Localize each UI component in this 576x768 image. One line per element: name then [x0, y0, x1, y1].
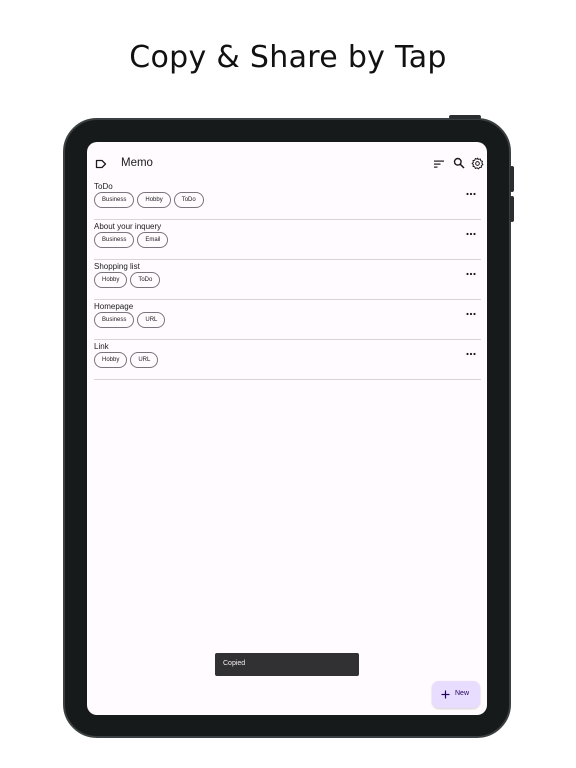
tag-chip[interactable]: Hobby	[94, 272, 128, 288]
tag-chip[interactable]: Business	[94, 312, 135, 328]
tag-chip[interactable]: Business	[94, 192, 135, 208]
tag-chip[interactable]: URL	[130, 352, 159, 368]
memo-list-item[interactable]: Link Hobby URL	[94, 340, 481, 380]
device-volume-up-button	[510, 166, 514, 192]
more-horiz-icon[interactable]	[466, 192, 476, 196]
promo-headline: Copy & Share by Tap	[129, 40, 447, 75]
tag-chip[interactable]: Hobby	[137, 192, 171, 208]
tag-chip[interactable]: Hobby	[94, 352, 128, 368]
memo-list-item[interactable]: Homepage Business URL	[94, 300, 481, 340]
device-volume-down-button	[510, 196, 514, 222]
tag-chip[interactable]: Email	[137, 232, 169, 248]
gear-icon[interactable]	[471, 157, 484, 170]
search-icon[interactable]	[453, 157, 465, 169]
plus-icon	[441, 690, 450, 699]
tag-chip[interactable]: ToDo	[130, 272, 161, 288]
sort-icon[interactable]	[433, 158, 445, 170]
memo-list-item[interactable]: Shopping list Hobby ToDo	[94, 260, 481, 300]
more-horiz-icon[interactable]	[466, 232, 476, 236]
new-memo-button[interactable]: New	[432, 681, 480, 708]
copied-snackbar: Copied	[215, 653, 359, 676]
tag-chip-group: Hobby ToDo	[94, 272, 161, 288]
memo-list-item[interactable]: ToDo Business Hobby ToDo	[94, 180, 481, 220]
tag-chip-group: Business Hobby ToDo	[94, 192, 204, 208]
tag-chip[interactable]: Business	[94, 232, 135, 248]
memo-title: Link	[94, 342, 109, 351]
memo-title: Shopping list	[94, 262, 140, 271]
memo-title: About your inquery	[94, 222, 162, 231]
tag-chip[interactable]: URL	[137, 312, 166, 328]
app-title: Memo	[121, 157, 153, 169]
memo-list: ToDo Business Hobby ToDo About your inqu…	[94, 180, 481, 380]
new-button-label: New	[455, 690, 470, 697]
memo-list-item[interactable]: About your inquery Business Email	[94, 220, 481, 260]
device-top-button	[449, 115, 481, 119]
more-horiz-icon[interactable]	[466, 272, 476, 276]
snackbar-text: Copied	[223, 660, 246, 667]
tag-chip-group: Business URL	[94, 312, 166, 328]
tag-chip[interactable]: ToDo	[173, 192, 204, 208]
label-icon[interactable]	[95, 159, 107, 169]
memo-title: Homepage	[94, 302, 134, 311]
more-horiz-icon[interactable]	[466, 352, 476, 356]
memo-title: ToDo	[94, 182, 113, 191]
tag-chip-group: Hobby URL	[94, 352, 159, 368]
app-screen: Memo ToDo Business Hobby ToDo About your…	[87, 142, 487, 715]
more-horiz-icon[interactable]	[466, 312, 476, 316]
tag-chip-group: Business Email	[94, 232, 169, 248]
